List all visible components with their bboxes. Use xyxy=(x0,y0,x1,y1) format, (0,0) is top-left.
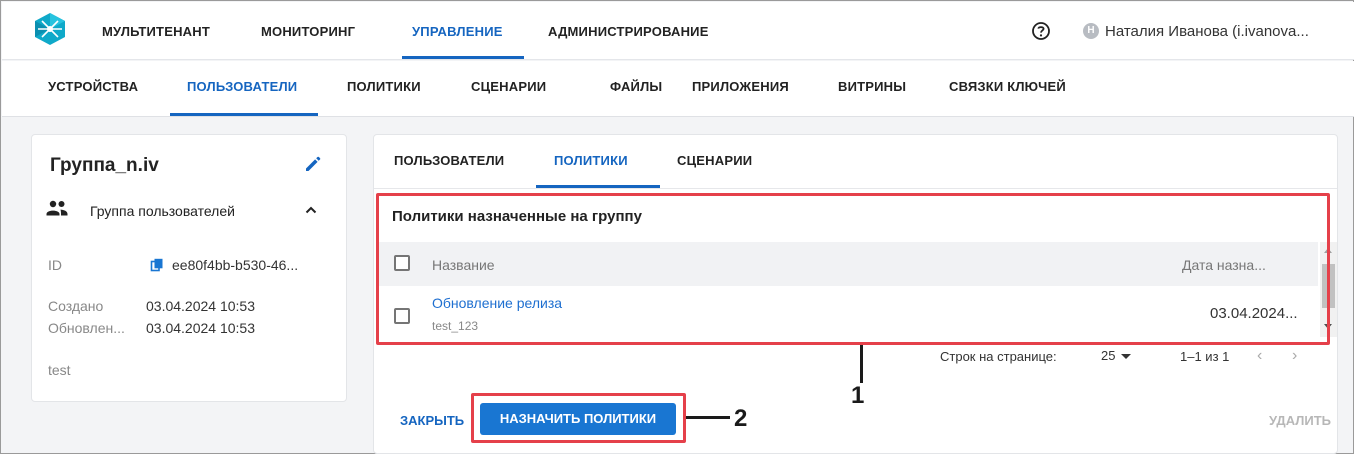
group-description: test xyxy=(48,362,71,378)
annotation-number-2: 2 xyxy=(734,405,748,432)
user-group-icon xyxy=(46,200,68,216)
subnav-keychains[interactable]: СВЯЗКИ КЛЮЧЕЙ xyxy=(949,79,1066,94)
delete-button[interactable]: УДАЛИТЬ xyxy=(1269,413,1331,428)
top-bar: МУЛЬТИТЕНАНТ МОНИТОРИНГ УПРАВЛЕНИЕ АДМИН… xyxy=(2,2,1354,60)
copy-icon[interactable] xyxy=(150,258,164,272)
annotation-leader-2 xyxy=(686,416,730,419)
annotation-box-2 xyxy=(471,393,686,443)
chevron-up-icon[interactable] xyxy=(302,201,320,219)
next-page-button[interactable]: › xyxy=(1292,347,1297,365)
app-window: МУЛЬТИТЕНАНТ МОНИТОРИНГ УПРАВЛЕНИЕ АДМИН… xyxy=(0,0,1354,454)
subnav-policies[interactable]: ПОЛИТИКИ xyxy=(347,79,421,94)
app-logo-icon[interactable] xyxy=(34,12,66,46)
created-value: 03.04.2024 10:53 xyxy=(146,298,255,314)
pagination-range: 1–1 из 1 xyxy=(1180,349,1230,364)
updated-label: Обновлен... xyxy=(48,320,125,336)
subnav-users[interactable]: ПОЛЬЗОВАТЕЛИ xyxy=(187,79,297,94)
topnav-multitenant[interactable]: МУЛЬТИТЕНАНТ xyxy=(102,24,210,39)
rows-per-page-select[interactable]: 25 xyxy=(1101,348,1132,363)
group-title: Группа_n.iv xyxy=(50,155,159,176)
annotation-number-1: 1 xyxy=(851,382,865,409)
subnav-devices[interactable]: УСТРОЙСТВА xyxy=(48,79,138,94)
rows-per-page-value: 25 xyxy=(1101,348,1116,363)
close-button[interactable]: ЗАКРЫТЬ xyxy=(400,413,464,428)
tab-policies[interactable]: ПОЛИТИКИ xyxy=(554,153,628,168)
subnav-active-indicator xyxy=(170,113,318,116)
subnav-applications[interactable]: ПРИЛОЖЕНИЯ xyxy=(692,79,789,94)
updated-value: 03.04.2024 10:53 xyxy=(146,320,255,336)
id-value: ee80f4bb-b530-46... xyxy=(172,257,299,273)
section-tabs: УСТРОЙСТВА ПОЛЬЗОВАТЕЛИ ПОЛИТИКИ СЦЕНАРИ… xyxy=(2,61,1354,117)
topnav-management[interactable]: УПРАВЛЕНИЕ xyxy=(412,24,503,39)
tabs-divider xyxy=(374,188,1337,189)
annotation-leader-1 xyxy=(860,345,863,383)
group-info-card: Группа_n.iv Группа пользователей ID ee80… xyxy=(31,134,347,402)
topnav-administration[interactable]: АДМИНИСТРИРОВАНИЕ xyxy=(548,24,709,39)
id-label: ID xyxy=(48,257,62,273)
created-label: Создано xyxy=(48,298,104,314)
annotation-box-1 xyxy=(376,193,1330,345)
previous-page-button[interactable]: ‹ xyxy=(1257,347,1262,365)
rows-per-page-label: Строк на странице: xyxy=(940,349,1057,364)
edit-pencil-icon[interactable] xyxy=(302,153,324,175)
subnav-storefronts[interactable]: ВИТРИНЫ xyxy=(838,79,906,94)
help-icon[interactable] xyxy=(1031,21,1051,41)
user-name[interactable]: Наталия Иванова (i.ivanova... xyxy=(1105,23,1309,40)
topnav-active-indicator xyxy=(402,56,524,59)
topnav-monitoring[interactable]: МОНИТОРИНГ xyxy=(261,24,355,39)
caret-down-icon xyxy=(1121,354,1132,360)
subnav-files[interactable]: ФАЙЛЫ xyxy=(610,79,662,94)
subnav-scenarios[interactable]: СЦЕНАРИИ xyxy=(471,79,546,94)
group-type-label: Группа пользователей xyxy=(90,203,235,219)
tab-users[interactable]: ПОЛЬЗОВАТЕЛИ xyxy=(394,153,504,168)
tab-scenarios[interactable]: СЦЕНАРИИ xyxy=(677,153,752,168)
user-avatar[interactable]: Н xyxy=(1083,23,1099,39)
